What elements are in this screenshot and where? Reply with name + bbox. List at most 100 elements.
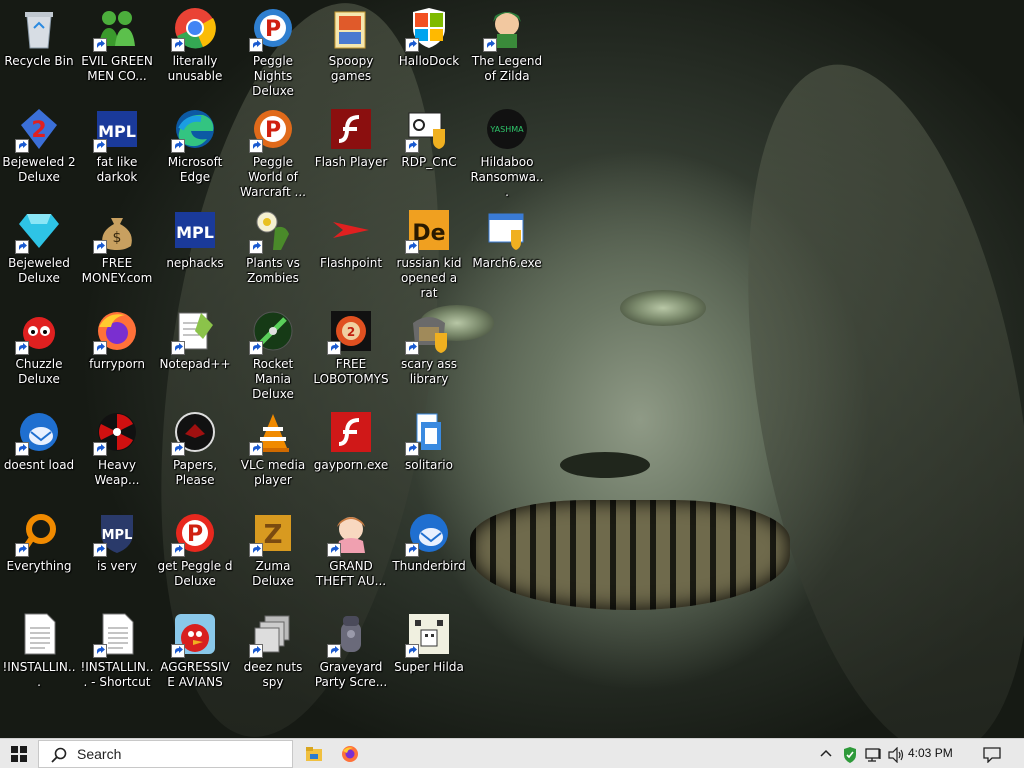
desktop-icon-image	[485, 208, 529, 252]
desktop-icon-label: Spoopy games	[328, 54, 374, 83]
desktop-icon[interactable]: gayporn.exe	[312, 404, 390, 473]
shortcut-arrow-icon	[93, 442, 107, 456]
desktop-icon[interactable]: EVIL GREEN MEN CO...	[78, 0, 156, 84]
desktop-icon[interactable]: Bejeweled Deluxe	[0, 202, 78, 286]
desktop-icon[interactable]: MPL fat like darkok	[78, 101, 156, 185]
desktop-icon[interactable]: MPL is very	[78, 505, 156, 574]
shortcut-arrow-icon	[405, 240, 419, 254]
desktop-icon[interactable]: P Peggle World of Warcraft ...	[234, 101, 312, 200]
desktop-icon[interactable]: De russian kid opened a rat	[390, 202, 468, 301]
desktop-icon[interactable]: Flashpoint	[312, 202, 390, 271]
start-button[interactable]	[0, 739, 38, 769]
desktop-icon-image	[171, 309, 217, 355]
taskbar-clock[interactable]: 4:03 PM	[908, 746, 953, 760]
shortcut-arrow-icon	[483, 38, 497, 52]
desktop-icon[interactable]: Super Hilda	[390, 606, 468, 675]
desktop-icon-label: GRAND THEFT AU...	[315, 559, 387, 588]
desktop-icon[interactable]: furryporn	[78, 303, 156, 372]
desktop-icon[interactable]: March6.exe	[468, 202, 546, 271]
desktop-icon[interactable]: Z Zuma Deluxe	[234, 505, 312, 589]
shortcut-arrow-icon	[327, 543, 341, 557]
desktop-icon[interactable]: YASHMA Hildaboo Ransomwa...	[468, 101, 546, 200]
desktop-icon-image: 2	[15, 107, 61, 153]
desktop-icon[interactable]: 2 FREE LOBOTOMYS	[312, 303, 390, 387]
desktop-icon-image	[93, 410, 139, 456]
desktop-icon[interactable]: Chuzzle Deluxe	[0, 303, 78, 387]
shortcut-arrow-icon	[93, 240, 107, 254]
desktop-icon-label: FREE MONEY.com	[81, 256, 153, 285]
desktop-icon-label: is very	[97, 559, 137, 573]
svg-text:$: $	[113, 230, 122, 246]
desktop-icon[interactable]: Spoopy games	[312, 0, 390, 84]
desktop-icon-label: March6.exe	[472, 256, 542, 270]
desktop-icon-label: AGGRESSIVE AVIANS	[160, 660, 230, 689]
desktop-icon[interactable]: Pget Peggle d Deluxe	[156, 505, 234, 589]
desktop-icon-label: HalloDock	[398, 54, 460, 68]
file-explorer-icon	[306, 747, 322, 761]
desktop-icon-label: !INSTALLIN...	[2, 660, 76, 689]
desktop-icon[interactable]: literally unusable	[156, 0, 234, 84]
desktop-icon[interactable]: AGGRESSIVE AVIANS	[156, 606, 234, 690]
tray-network[interactable]	[862, 739, 886, 769]
desktop-icon[interactable]: $ FREE MONEY.com	[78, 202, 156, 286]
taskbar-search-box[interactable]: Search	[38, 740, 293, 768]
desktop-icon-label: Hildaboo Ransomwa...	[470, 155, 544, 199]
action-center-button[interactable]	[980, 739, 1004, 769]
shortcut-arrow-icon	[15, 139, 29, 153]
desktop-icon[interactable]: Thunderbird	[390, 505, 468, 574]
desktop-icon[interactable]: deez nuts spy	[234, 606, 312, 690]
desktop-icon-image	[329, 208, 373, 252]
desktop-icon[interactable]: HalloDock	[390, 0, 468, 69]
desktop-icon[interactable]: Microsoft Edge	[156, 101, 234, 185]
desktop-icon[interactable]: !INSTALLIN... - Shortcut	[78, 606, 156, 690]
desktop-icon[interactable]: Recycle Bin	[0, 0, 78, 69]
taskbar-firefox[interactable]	[332, 739, 368, 769]
desktop-icon-label: Flashpoint	[319, 256, 383, 270]
taskbar-file-explorer[interactable]	[296, 739, 332, 769]
desktop-icon[interactable]: GRAND THEFT AU...	[312, 505, 390, 589]
desktop-icon[interactable]: Rocket Mania Deluxe	[234, 303, 312, 402]
chevron-up-icon	[820, 749, 832, 757]
shortcut-arrow-icon	[327, 644, 341, 658]
desktop-icon-image: P	[249, 107, 295, 153]
desktop-icon[interactable]: Flash Player	[312, 101, 390, 170]
desktop-icon[interactable]: MPL nephacks	[156, 202, 234, 271]
desktop-icon-image	[405, 309, 451, 355]
shortcut-arrow-icon	[249, 38, 263, 52]
desktop-icon[interactable]: !INSTALLIN...	[0, 606, 78, 690]
desktop-icon-label: VLC media player	[240, 458, 306, 487]
shortcut-arrow-icon	[15, 341, 29, 355]
desktop-icon-image	[405, 410, 451, 456]
desktop-icon[interactable]: VLC media player	[234, 404, 312, 488]
shortcut-arrow-icon	[405, 644, 419, 658]
wallpaper-hair-right	[701, 42, 1024, 777]
desktop-icon-label: doesnt load	[3, 458, 75, 472]
shortcut-arrow-icon	[93, 543, 107, 557]
svg-text:2: 2	[347, 325, 355, 339]
svg-text:P: P	[187, 522, 203, 547]
tray-show-hidden[interactable]	[816, 739, 836, 769]
desktop-icon[interactable]: Graveyard Party Scre...	[312, 606, 390, 690]
desktop-icon[interactable]: Plants vs Zombies	[234, 202, 312, 286]
shortcut-arrow-icon	[93, 644, 107, 658]
mpl-icon: MPL	[175, 212, 215, 248]
shortcut-arrow-icon	[249, 139, 263, 153]
desktop-icon[interactable]: P Peggle Nights Deluxe	[234, 0, 312, 99]
desktop-icon-label: Heavy Weap...	[94, 458, 140, 487]
desktop-icon[interactable]: Heavy Weap...	[78, 404, 156, 488]
tray-volume[interactable]	[886, 739, 908, 769]
desktop-icon[interactable]: RDP_CnC	[390, 101, 468, 170]
desktop-icon[interactable]: Everything	[0, 505, 78, 574]
desktop-icon[interactable]: 2 Bejeweled 2 Deluxe	[0, 101, 78, 185]
desktop-icon[interactable]: solitario	[390, 404, 468, 473]
desktop-icon-image	[405, 612, 451, 658]
desktop-icon[interactable]: Notepad++	[156, 303, 234, 372]
desktop-icon[interactable]: The Legend of Zilda	[468, 0, 546, 84]
desktop-icon[interactable]: Papers, Please	[156, 404, 234, 488]
tray-security-app[interactable]	[838, 739, 862, 769]
desktop-icon-label: Plants vs Zombies	[246, 256, 300, 285]
desktop-icon[interactable]: doesnt load	[0, 404, 78, 473]
desktop-icon[interactable]: scary ass library	[390, 303, 468, 387]
desktop-icon-label: scary ass library	[401, 357, 457, 386]
desktop-icon-label: Thunderbird	[392, 559, 466, 573]
